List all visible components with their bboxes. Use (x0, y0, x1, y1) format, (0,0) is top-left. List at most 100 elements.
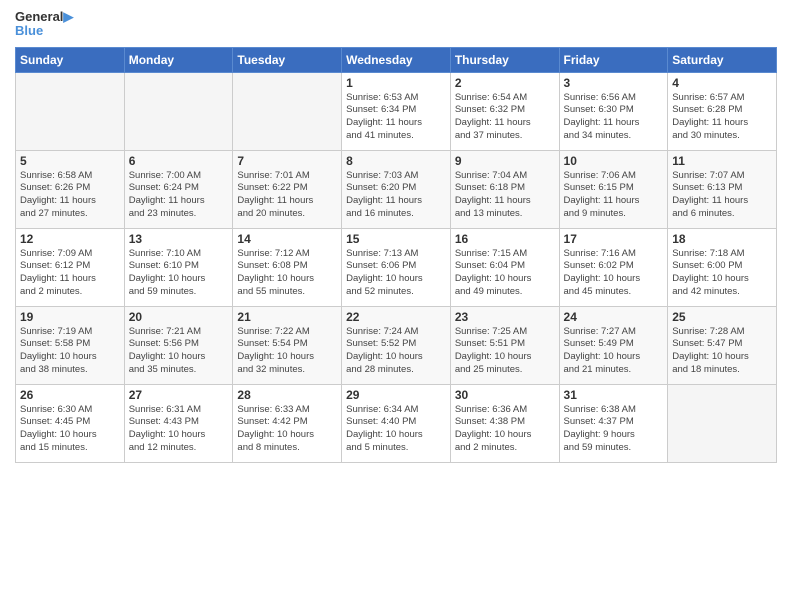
table-cell: 23 Sunrise: 7:25 AM Sunset: 5:51 PM Dayli… (450, 306, 559, 384)
week-row-3: 12 Sunrise: 7:09 AM Sunset: 6:12 PM Dayli… (16, 228, 777, 306)
day-number: 16 (455, 232, 555, 246)
table-cell (16, 72, 125, 150)
table-cell: 14Sunrise: 7:12 AM Sunset: 6:08 PM Dayli… (233, 228, 342, 306)
day-number: 1 (346, 76, 446, 90)
table-cell: 29 Sunrise: 6:34 AM Sunset: 4:40 PM Dayli… (342, 384, 451, 462)
day-info: Sunrise: 7:18 AM Sunset: 6:00 PM Dayligh… (672, 248, 772, 299)
table-cell: 10 Sunrise: 7:06 AM Sunset: 6:15 PM Dayli… (559, 150, 668, 228)
day-info: Sunrise: 7:15 AM Sunset: 6:04 PM Dayligh… (455, 248, 555, 299)
day-info: Sunrise: 6:34 AM Sunset: 4:40 PM Dayligh… (346, 404, 446, 455)
day-number: 23 (455, 310, 555, 324)
day-info: Sunrise: 7:25 AM Sunset: 5:51 PM Dayligh… (455, 326, 555, 377)
weekday-monday: Monday (124, 47, 233, 72)
day-number: 20 (129, 310, 229, 324)
day-number: 26 (20, 388, 120, 402)
day-info: Sunrise: 6:30 AM Sunset: 4:45 PM Dayligh… (20, 404, 120, 455)
day-info: Sunrise: 6:38 AM Sunset: 4:37 PM Dayligh… (564, 404, 664, 455)
table-cell (668, 384, 777, 462)
table-cell: 20 Sunrise: 7:21 AM Sunset: 5:56 PM Dayli… (124, 306, 233, 384)
table-cell (233, 72, 342, 150)
table-cell: 12 Sunrise: 7:09 AM Sunset: 6:12 PM Dayli… (16, 228, 125, 306)
table-cell: 31 Sunrise: 6:38 AM Sunset: 4:37 PM Dayli… (559, 384, 668, 462)
table-cell: 15 Sunrise: 7:13 AM Sunset: 6:06 PM Dayli… (342, 228, 451, 306)
table-cell (124, 72, 233, 150)
table-cell: 13Sunrise: 7:10 AM Sunset: 6:10 PM Dayli… (124, 228, 233, 306)
day-info: Sunrise: 7:09 AM Sunset: 6:12 PM Dayligh… (20, 248, 120, 299)
day-number: 8 (346, 154, 446, 168)
day-number: 12 (20, 232, 120, 246)
weekday-header-row: SundayMondayTuesdayWednesdayThursdayFrid… (16, 47, 777, 72)
day-info: Sunrise: 7:19 AM Sunset: 5:58 PM Dayligh… (20, 326, 120, 377)
week-row-4: 19 Sunrise: 7:19 AM Sunset: 5:58 PM Dayli… (16, 306, 777, 384)
table-cell: 18 Sunrise: 7:18 AM Sunset: 6:00 PM Dayli… (668, 228, 777, 306)
day-number: 4 (672, 76, 772, 90)
day-info: Sunrise: 7:07 AM Sunset: 6:13 PM Dayligh… (672, 170, 772, 221)
table-cell: 7 Sunrise: 7:01 AM Sunset: 6:22 PM Daylig… (233, 150, 342, 228)
table-cell: 21Sunrise: 7:22 AM Sunset: 5:54 PM Dayli… (233, 306, 342, 384)
day-info: Sunrise: 7:24 AM Sunset: 5:52 PM Dayligh… (346, 326, 446, 377)
weekday-thursday: Thursday (450, 47, 559, 72)
day-info: Sunrise: 7:04 AM Sunset: 6:18 PM Dayligh… (455, 170, 555, 221)
table-cell: 22 Sunrise: 7:24 AM Sunset: 5:52 PM Dayli… (342, 306, 451, 384)
week-row-5: 26 Sunrise: 6:30 AM Sunset: 4:45 PM Dayli… (16, 384, 777, 462)
day-number: 9 (455, 154, 555, 168)
day-info: Sunrise: 7:12 AM Sunset: 6:08 PM Dayligh… (237, 248, 337, 299)
day-number: 17 (564, 232, 664, 246)
table-cell: 28Sunrise: 6:33 AM Sunset: 4:42 PM Dayli… (233, 384, 342, 462)
day-number: 13 (129, 232, 229, 246)
day-number: 31 (564, 388, 664, 402)
day-number: 10 (564, 154, 664, 168)
day-info: Sunrise: 7:28 AM Sunset: 5:47 PM Dayligh… (672, 326, 772, 377)
table-cell: 4Sunrise: 6:57 AM Sunset: 6:28 PM Daylig… (668, 72, 777, 150)
weekday-sunday: Sunday (16, 47, 125, 72)
day-number: 15 (346, 232, 446, 246)
table-cell: 25 Sunrise: 7:28 AM Sunset: 5:47 PM Dayli… (668, 306, 777, 384)
day-number: 27 (129, 388, 229, 402)
table-cell: 17 Sunrise: 7:16 AM Sunset: 6:02 PM Dayli… (559, 228, 668, 306)
day-info: Sunrise: 6:58 AM Sunset: 6:26 PM Dayligh… (20, 170, 120, 221)
table-cell: 3Sunrise: 6:56 AM Sunset: 6:30 PM Daylig… (559, 72, 668, 150)
day-info: Sunrise: 7:21 AM Sunset: 5:56 PM Dayligh… (129, 326, 229, 377)
day-info: Sunrise: 6:56 AM Sunset: 6:30 PM Dayligh… (564, 92, 664, 143)
weekday-saturday: Saturday (668, 47, 777, 72)
day-number: 18 (672, 232, 772, 246)
calendar: SundayMondayTuesdayWednesdayThursdayFrid… (15, 47, 777, 463)
table-cell: 11 Sunrise: 7:07 AM Sunset: 6:13 PM Dayli… (668, 150, 777, 228)
weekday-wednesday: Wednesday (342, 47, 451, 72)
day-number: 6 (129, 154, 229, 168)
weekday-tuesday: Tuesday (233, 47, 342, 72)
table-cell: 8 Sunrise: 7:03 AM Sunset: 6:20 PM Daylig… (342, 150, 451, 228)
day-number: 21 (237, 310, 337, 324)
week-row-2: 5 Sunrise: 6:58 AM Sunset: 6:26 PM Daylig… (16, 150, 777, 228)
day-number: 19 (20, 310, 120, 324)
day-number: 5 (20, 154, 120, 168)
day-number: 11 (672, 154, 772, 168)
day-info: Sunrise: 6:53 AM Sunset: 6:34 PM Dayligh… (346, 92, 446, 143)
day-number: 7 (237, 154, 337, 168)
day-info: Sunrise: 7:00 AM Sunset: 6:24 PM Dayligh… (129, 170, 229, 221)
day-number: 22 (346, 310, 446, 324)
table-cell: 6 Sunrise: 7:00 AM Sunset: 6:24 PM Daylig… (124, 150, 233, 228)
table-cell: 5 Sunrise: 6:58 AM Sunset: 6:26 PM Daylig… (16, 150, 125, 228)
table-cell: 19 Sunrise: 7:19 AM Sunset: 5:58 PM Dayli… (16, 306, 125, 384)
table-cell: 30 Sunrise: 6:36 AM Sunset: 4:38 PM Dayli… (450, 384, 559, 462)
day-number: 30 (455, 388, 555, 402)
logo: General▶ Blue (15, 10, 73, 39)
day-info: Sunrise: 6:36 AM Sunset: 4:38 PM Dayligh… (455, 404, 555, 455)
day-info: Sunrise: 7:16 AM Sunset: 6:02 PM Dayligh… (564, 248, 664, 299)
weekday-friday: Friday (559, 47, 668, 72)
week-row-1: 1 Sunrise: 6:53 AM Sunset: 6:34 PM Daylig… (16, 72, 777, 150)
day-info: Sunrise: 7:01 AM Sunset: 6:22 PM Dayligh… (237, 170, 337, 221)
day-info: Sunrise: 7:06 AM Sunset: 6:15 PM Dayligh… (564, 170, 664, 221)
header: General▶ Blue (15, 10, 777, 39)
table-cell: 26 Sunrise: 6:30 AM Sunset: 4:45 PM Dayli… (16, 384, 125, 462)
table-cell: 24 Sunrise: 7:27 AM Sunset: 5:49 PM Dayli… (559, 306, 668, 384)
day-info: Sunrise: 7:27 AM Sunset: 5:49 PM Dayligh… (564, 326, 664, 377)
day-number: 24 (564, 310, 664, 324)
day-info: Sunrise: 7:03 AM Sunset: 6:20 PM Dayligh… (346, 170, 446, 221)
table-cell: 16 Sunrise: 7:15 AM Sunset: 6:04 PM Dayli… (450, 228, 559, 306)
day-info: Sunrise: 7:13 AM Sunset: 6:06 PM Dayligh… (346, 248, 446, 299)
table-cell: 9 Sunrise: 7:04 AM Sunset: 6:18 PM Daylig… (450, 150, 559, 228)
day-number: 25 (672, 310, 772, 324)
day-number: 29 (346, 388, 446, 402)
